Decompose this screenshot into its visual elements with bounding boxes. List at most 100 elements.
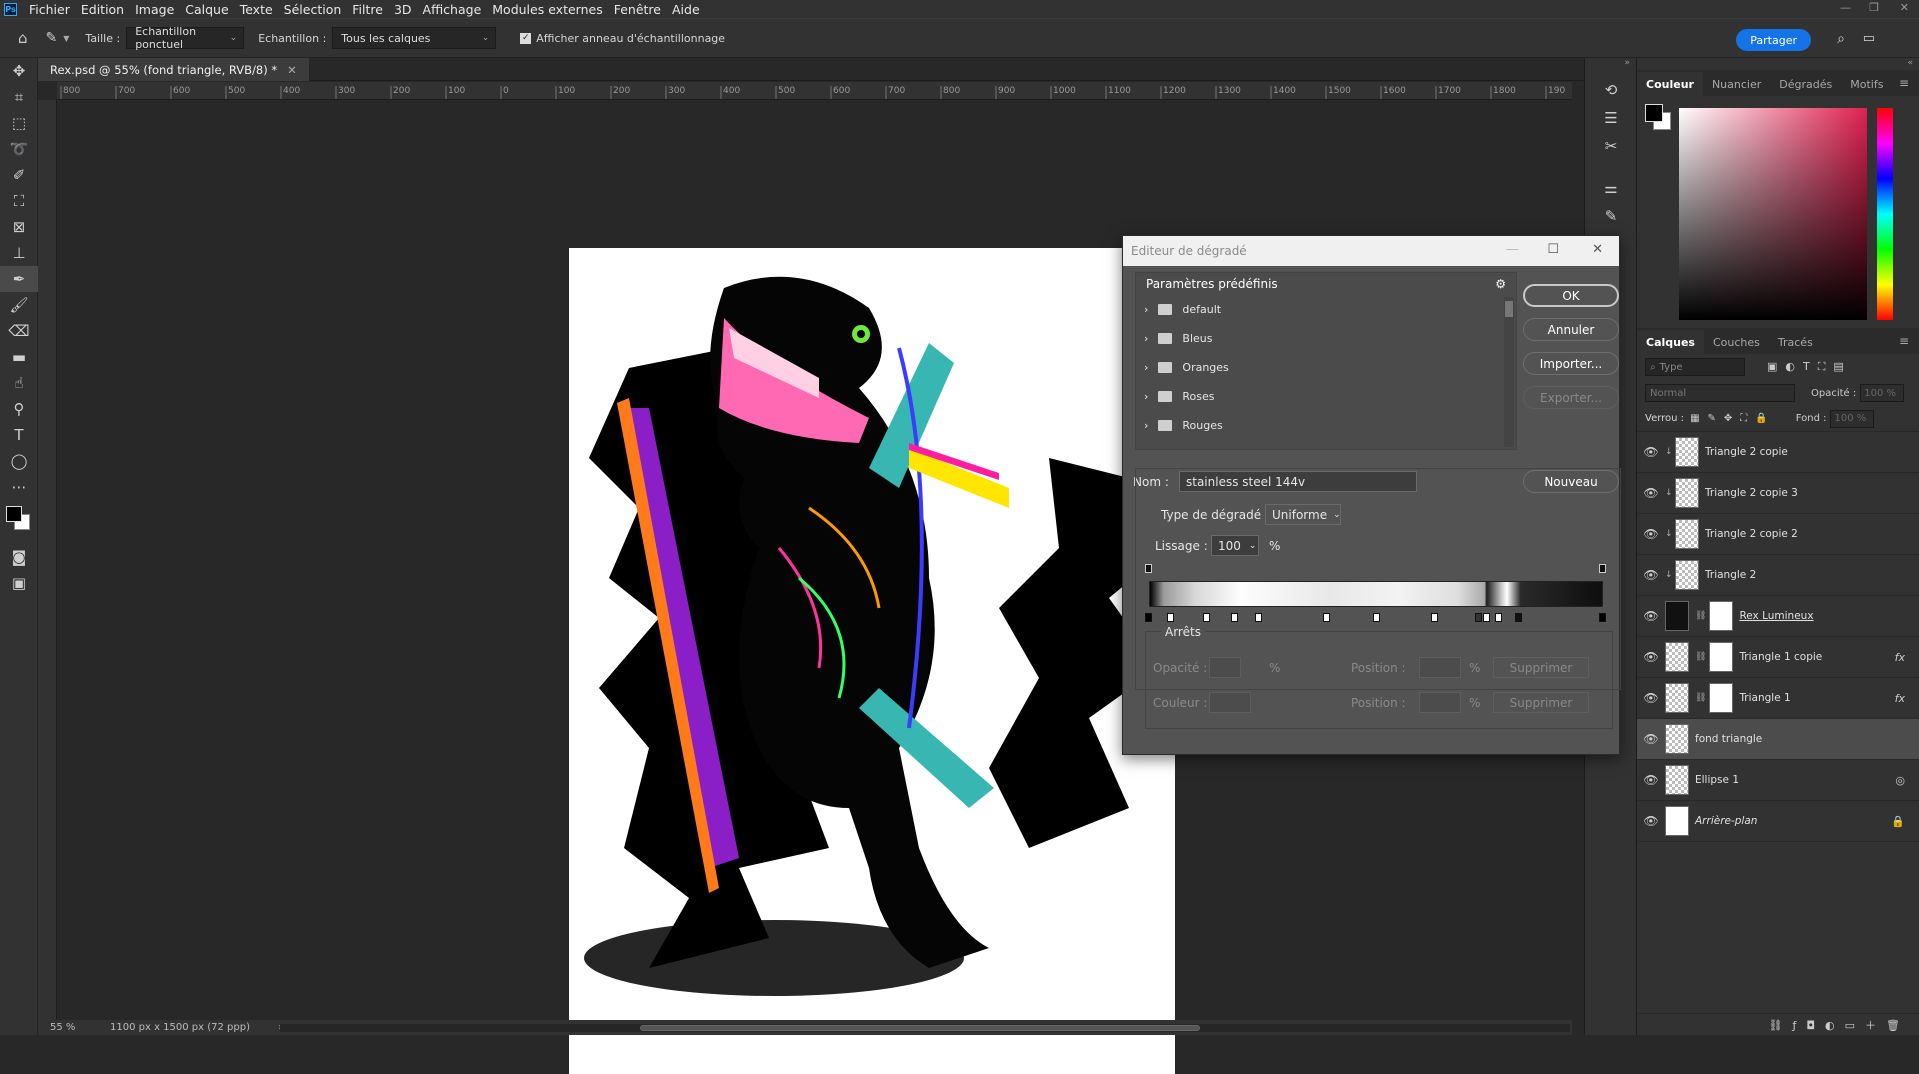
tab-couleur[interactable]: Couleur [1637,72,1703,96]
type-tool-icon[interactable]: T [0,422,38,448]
zoom-level[interactable]: 55 % [50,1022,100,1033]
color-stop[interactable] [1231,613,1238,622]
brush-tool-icon[interactable]: 🖌 [0,292,38,318]
tab-motifs[interactable]: Motifs [1841,72,1892,96]
eye-icon[interactable]: 👁 [1637,732,1665,746]
preset-folder-oranges[interactable]: › Oranges [1136,353,1516,382]
preset-folder-default[interactable]: › default [1136,295,1516,324]
marquee-tool-icon[interactable]: ⬚ [0,110,38,136]
ellipse-tool-icon[interactable]: ◯ [0,448,38,474]
menu-calque[interactable]: Calque [185,2,228,17]
menu-texte[interactable]: Texte [240,2,273,17]
eye-icon[interactable]: 👁 [1637,568,1665,582]
menu-aide[interactable]: Aide [672,2,700,17]
preset-folder-bleus[interactable]: › Bleus [1136,324,1516,353]
preset-folder-rouges[interactable]: › Rouges [1136,411,1516,440]
color-stop[interactable] [1515,613,1522,622]
workspace-icon[interactable]: ▭ [1863,31,1875,46]
eyedropper-preset-icon[interactable]: ✎ [46,30,58,46]
artboard-tool-icon[interactable]: ⌗ [0,84,38,110]
color-stop[interactable] [1323,613,1330,622]
color-stop[interactable] [1203,613,1210,622]
restore-icon[interactable]: ❐ [1869,1,1879,14]
menu-edition[interactable]: Edition [81,2,124,17]
color-stop[interactable] [1167,613,1174,622]
stop-opacity-position-input[interactable] [1419,657,1461,678]
maximize-icon[interactable]: ☐ [1547,242,1559,257]
crop-tool-icon[interactable]: ⛶ [0,188,38,214]
gear-icon[interactable]: ⚙ [1495,277,1506,291]
opacity-stop-left[interactable] [1145,564,1152,573]
menu-filtre[interactable]: Filtre [352,2,383,17]
eye-icon[interactable]: 👁 [1637,527,1665,541]
dodge-tool-icon[interactable]: ⚲ [0,396,38,422]
minimize-icon[interactable]: — [1840,1,1851,14]
tab-nuancier[interactable]: Nuancier [1703,72,1770,96]
layers-footer-icons[interactable]: ⛓ƒ◘◐▭＋🗑 [1637,1013,1919,1035]
gradient-preview-bar[interactable] [1149,581,1603,607]
layer-row[interactable]: 👁 ⛓ Rex Lumineux [1637,596,1919,637]
stamp-tool-icon[interactable]: ⊥ [0,240,38,266]
history-icon[interactable]: ⟲ [1585,76,1637,104]
layer-row[interactable]: 👁 ⛓ Triangle 1 copie fx [1637,637,1919,678]
layer-filter-dropdown[interactable]: ⌕ Type [1645,358,1745,376]
home-icon[interactable]: ⌂ [18,29,28,47]
tab-calques[interactable]: Calques [1637,330,1704,354]
layer-row-selected[interactable]: 👁 fond triangle [1637,719,1919,760]
scrollbar-thumb[interactable] [640,1025,1200,1031]
document-tab[interactable]: Rex.psd @ 55% (fond triangle, RVB/8) * ✕ [38,58,309,81]
menu-3d[interactable]: 3D [394,2,412,17]
eraser-tool-icon[interactable]: ⌫ [0,318,38,344]
properties-icon[interactable]: ⚌ [1585,174,1637,202]
minimize-icon[interactable]: — [1506,242,1519,257]
color-stop[interactable] [1599,613,1606,622]
fg-color-swatch[interactable] [1645,104,1663,122]
color-stop[interactable] [1483,613,1490,622]
color-stop[interactable] [1475,613,1482,622]
color-swatches[interactable] [0,500,37,544]
layer-row[interactable]: 👁 ↓ Triangle 2 [1637,555,1919,596]
collapse-panels-icon[interactable]: « [1637,58,1919,70]
stop-color-swatch[interactable] [1209,692,1251,713]
eye-icon[interactable]: 👁 [1637,486,1665,500]
color-stop[interactable] [1145,613,1152,622]
menu-modules-externes[interactable]: Modules externes [492,2,602,17]
hue-slider[interactable] [1877,108,1893,320]
fx-icon[interactable]: fx [1895,692,1905,705]
quick-select-tool-icon[interactable]: ✐ [0,162,38,188]
delete-opacity-stop-button[interactable]: Supprimer [1493,657,1589,678]
horizontal-scrollbar[interactable] [280,1024,1570,1032]
delete-color-stop-button[interactable]: Supprimer [1493,692,1589,713]
collapse-icon[interactable]: » [1585,58,1636,76]
eye-icon[interactable]: 👁 [1637,609,1665,623]
menu-selection[interactable]: Sélection [284,2,342,17]
eye-icon[interactable]: 👁 [1637,814,1665,828]
lock-icons[interactable]: ▦✎✥⛶🔒 [1690,413,1776,424]
opacity-input[interactable]: 100 % [1860,384,1905,402]
layer-row[interactable]: 👁 ↓ Triangle 2 copie 3 [1637,473,1919,514]
chevron-down-icon[interactable]: ▼ [63,34,69,43]
lasso-tool-icon[interactable]: ➰ [0,136,38,162]
preset-folder-roses[interactable]: › Roses [1136,382,1516,411]
menu-fenetre[interactable]: Fenêtre [614,2,661,17]
color-stop[interactable] [1373,613,1380,622]
share-button[interactable]: Partager [1736,29,1811,51]
eyedropper-tool-icon[interactable]: ✒ [0,266,38,292]
tab-degrades[interactable]: Dégradés [1770,72,1841,96]
echantillon-dropdown[interactable]: Tous les calques ⌄ [332,27,497,49]
layer-filter-icons[interactable]: ▣◐T⛶▤ [1767,360,1852,374]
ok-button[interactable]: OK [1523,284,1619,307]
foreground-color[interactable] [6,506,22,522]
menu-fichier[interactable]: Fichier [29,2,70,17]
fill-input[interactable]: 100 % [1830,409,1875,428]
color-stop[interactable] [1495,613,1502,622]
export-button[interactable]: Exporter... [1523,386,1619,409]
brush-settings-icon[interactable]: ✎ [1585,202,1637,230]
layer-row[interactable]: 👁 Arrière-plan 🔒 [1637,801,1919,842]
tab-couches[interactable]: Couches [1704,330,1769,354]
close-icon[interactable]: ✕ [1592,242,1603,257]
eye-icon[interactable]: 👁 [1637,773,1665,787]
search-icon[interactable]: ⌕ [1837,31,1845,47]
blend-mode-dropdown[interactable]: Normal [1645,384,1795,402]
import-button[interactable]: Importer... [1523,352,1619,375]
